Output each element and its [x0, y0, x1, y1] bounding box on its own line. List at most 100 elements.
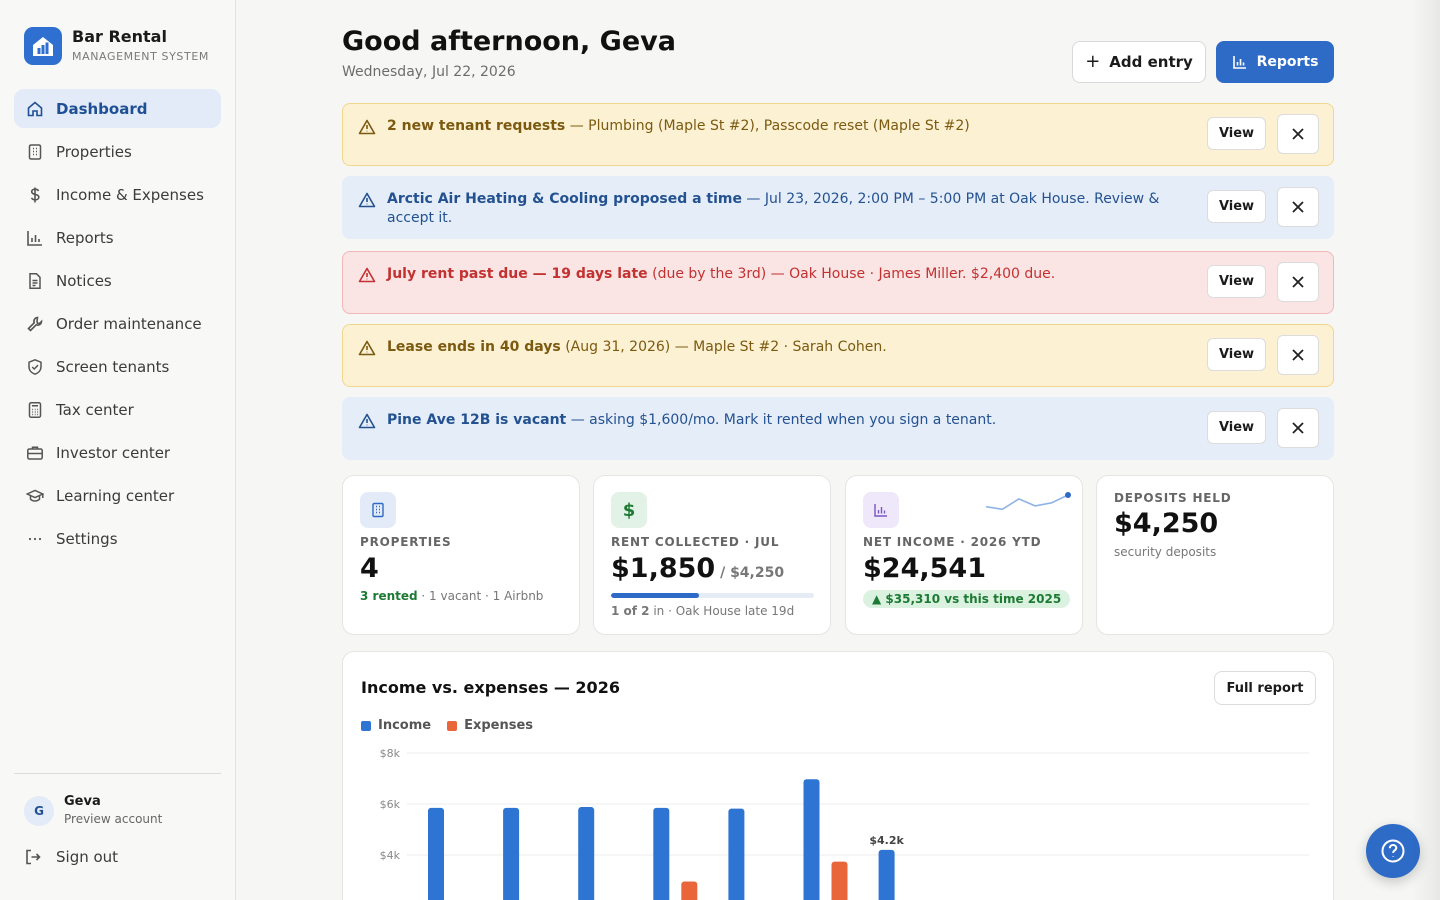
rent-collected-value: $1,850	[611, 553, 716, 584]
alert-vacant-unit: Pine Ave 12B is vacant — asking $1,600/m…	[342, 397, 1334, 460]
legend-item-income: Income	[361, 718, 431, 733]
sidebar-item-income-expenses[interactable]: Income & Expenses	[14, 175, 221, 214]
rented-count: 3 rented	[360, 589, 418, 603]
sidebar-divider	[14, 773, 221, 774]
page-title: Good afternoon, Geva	[342, 26, 676, 57]
sidebar-item-label: Dashboard	[56, 99, 148, 118]
avatar: G	[24, 796, 54, 826]
user-profile[interactable]: G Geva Preview account	[24, 794, 162, 828]
sidebar-item-label: Properties	[56, 142, 132, 161]
sidebar-item-dashboard[interactable]: Dashboard	[14, 89, 221, 128]
bar-income[interactable]	[728, 808, 745, 900]
bar-expenses[interactable]	[681, 881, 698, 900]
help-button[interactable]	[1366, 824, 1420, 878]
bar-income[interactable]	[803, 779, 820, 900]
alert-dismiss-button[interactable]	[1277, 187, 1319, 227]
sidebar-item-learning-center[interactable]: Learning center	[14, 476, 221, 515]
close-icon	[1292, 201, 1304, 213]
stat-card-rent-collected[interactable]: $ RENT COLLECTED · JUL $1,850 / $4,250 1…	[593, 475, 831, 635]
wrench-icon	[26, 315, 44, 333]
net-income-sparkline	[985, 492, 1071, 511]
stat-value: $24,541	[863, 553, 986, 584]
bar-income[interactable]	[503, 807, 520, 900]
alert-lease-ending: Lease ends in 40 days (Aug 31, 2026) — M…	[342, 324, 1334, 387]
alert-title: Arctic Air Heating & Cooling proposed a …	[387, 191, 742, 207]
bar-expenses[interactable]	[831, 861, 848, 900]
sidebar-item-tax-center[interactable]: Tax center	[14, 390, 221, 429]
alert-dismiss-button[interactable]	[1277, 114, 1319, 154]
y-tick-label: $4k	[380, 849, 401, 862]
alert-view-button[interactable]: View	[1207, 411, 1266, 444]
y-tick-label: $8k	[380, 747, 401, 760]
bar-income[interactable]	[653, 807, 670, 900]
alert-view-button[interactable]: View	[1207, 190, 1266, 223]
alert-dismiss-button[interactable]	[1277, 335, 1319, 375]
alert-detail: (due by the 3rd) — Oak House · James Mil…	[647, 266, 1056, 282]
sidebar-item-label: Reports	[56, 228, 114, 247]
bar-chart-icon	[863, 492, 899, 528]
warning-icon	[358, 266, 376, 284]
alert-title: Pine Ave 12B is vacant	[387, 412, 567, 428]
sidebar-item-label: Order maintenance	[56, 314, 202, 333]
warning-icon	[358, 118, 376, 136]
alert-dismiss-button[interactable]	[1277, 408, 1319, 448]
sidebar-item-investor-center[interactable]: Investor center	[14, 433, 221, 472]
shield-icon	[26, 358, 44, 376]
stat-card-net-income[interactable]: NET INCOME · 2026 YTD $24,541 ▲ $35,310 …	[845, 475, 1083, 635]
sidebar-nav: Dashboard Properties Income & Expenses R…	[14, 89, 221, 562]
sign-out-icon	[24, 848, 42, 866]
add-entry-button[interactable]: + Add entry	[1072, 41, 1206, 83]
sidebar-item-label: Screen tenants	[56, 357, 170, 376]
sidebar: Bar Rental MANAGEMENT SYSTEM Dashboard P…	[0, 0, 236, 900]
stat-label: RENT COLLECTED · JUL	[611, 535, 780, 549]
document-icon	[26, 272, 44, 290]
stat-card-properties[interactable]: PROPERTIES 4 3 rented · 1 vacant · 1 Air…	[342, 475, 580, 635]
alert-title: 2 new tenant requests	[387, 118, 566, 134]
stat-label: DEPOSITS HELD	[1114, 491, 1232, 505]
bar-data-label: $4.2k	[869, 834, 904, 847]
chart-legend: Income Expenses	[361, 718, 549, 733]
sidebar-item-properties[interactable]: Properties	[14, 132, 221, 171]
alert-view-button[interactable]: View	[1207, 338, 1266, 371]
briefcase-icon	[26, 444, 44, 462]
bar-income[interactable]	[578, 807, 595, 900]
stat-sub: 3 rented · 1 vacant · 1 Airbnb	[360, 589, 543, 603]
alert-title: Lease ends in 40 days	[387, 339, 561, 355]
building-icon	[26, 143, 44, 161]
bar-chart-icon	[1232, 54, 1248, 70]
warning-icon	[358, 339, 376, 357]
close-icon	[1292, 276, 1304, 288]
y-tick-label: $6k	[380, 798, 401, 811]
sidebar-item-label: Investor center	[56, 443, 171, 462]
stat-value: $1,850 / $4,250	[611, 553, 784, 584]
sidebar-item-order-maintenance[interactable]: Order maintenance	[14, 304, 221, 343]
add-entry-label: Add entry	[1109, 53, 1193, 71]
sidebar-item-label: Notices	[56, 271, 112, 290]
alert-rent-past-due: July rent past due — 19 days late (due b…	[342, 251, 1334, 314]
alert-vendor-proposal: Arctic Air Heating & Cooling proposed a …	[342, 176, 1334, 239]
rent-count: 1 of 2	[611, 604, 650, 618]
sidebar-item-settings[interactable]: Settings	[14, 519, 221, 558]
sign-out-button[interactable]: Sign out	[24, 848, 118, 866]
graduation-cap-icon	[26, 487, 44, 505]
alert-dismiss-button[interactable]	[1277, 262, 1319, 302]
sidebar-item-reports[interactable]: Reports	[14, 218, 221, 257]
net-income-badge: ▲ $35,310 vs this time 2025	[863, 590, 1071, 608]
brand[interactable]: Bar Rental MANAGEMENT SYSTEM	[24, 27, 209, 65]
alert-view-button[interactable]: View	[1207, 117, 1266, 150]
reports-label: Reports	[1256, 54, 1319, 70]
bar-income[interactable]	[878, 849, 895, 900]
full-report-button[interactable]: Full report	[1214, 671, 1316, 705]
sidebar-item-notices[interactable]: Notices	[14, 261, 221, 300]
brand-subtitle: MANAGEMENT SYSTEM	[72, 50, 209, 63]
stat-label: NET INCOME · 2026 YTD	[863, 535, 1042, 549]
stat-card-deposits[interactable]: DEPOSITS HELD $4,250 security deposits	[1096, 475, 1334, 635]
rent-total: / $4,250	[715, 565, 785, 581]
bar-income[interactable]	[428, 807, 444, 900]
reports-button[interactable]: Reports	[1216, 41, 1334, 83]
bar-chart-icon	[26, 229, 44, 247]
alert-detail: — Plumbing (Maple St #2), Passcode reset…	[565, 118, 970, 134]
alert-view-button[interactable]: View	[1207, 265, 1266, 298]
sidebar-item-screen-tenants[interactable]: Screen tenants	[14, 347, 221, 386]
plus-icon: +	[1085, 51, 1101, 72]
